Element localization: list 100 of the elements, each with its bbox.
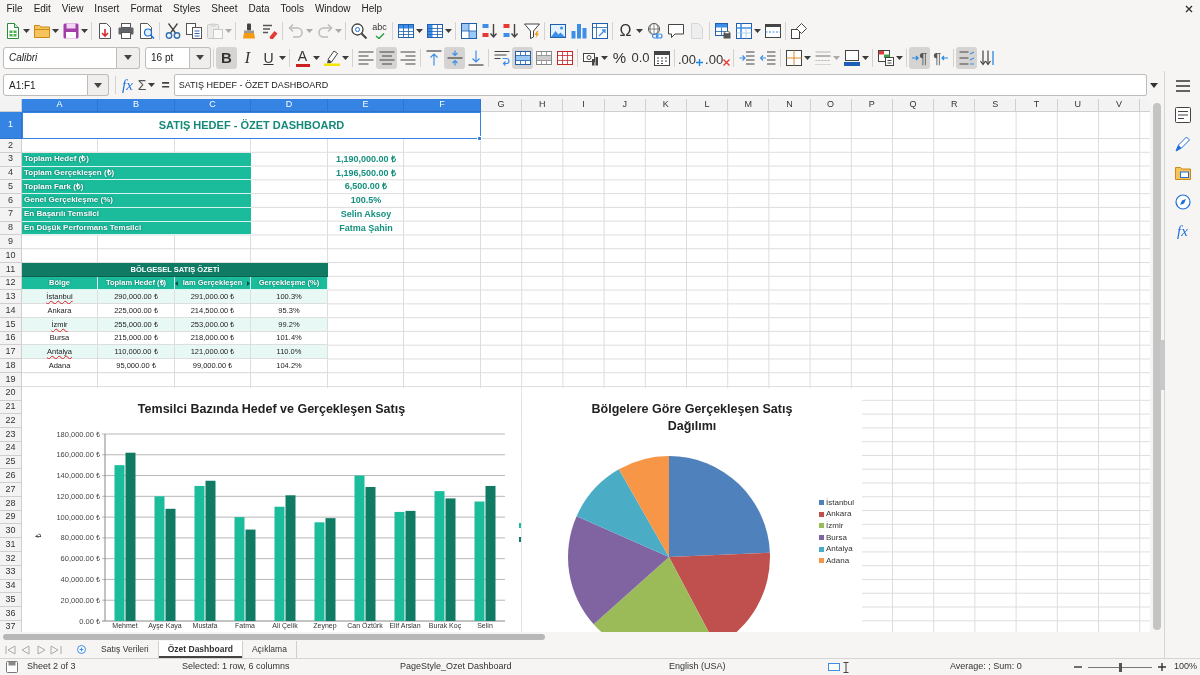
copy-button[interactable] [183, 20, 204, 42]
print-area-button[interactable] [712, 20, 733, 42]
menu-item[interactable]: Styles [167, 2, 206, 16]
row-header[interactable]: 30 [0, 524, 22, 539]
delete-decimal-button[interactable]: .00 [704, 46, 732, 69]
column-header[interactable]: E [328, 99, 404, 112]
column-header[interactable]: I [563, 99, 605, 112]
font-size-field[interactable]: 16 pt [145, 46, 190, 69]
formula-input[interactable]: SATIŞ HEDEF - ÖZET DASHBOARD [173, 74, 1147, 96]
align-center-button[interactable] [376, 46, 397, 69]
function-wizard-button[interactable]: fx [120, 74, 135, 96]
caret-icon[interactable] [804, 55, 812, 60]
row-header[interactable]: 36 [0, 607, 22, 621]
column-header[interactable]: J [604, 99, 646, 112]
row-header[interactable]: 18 [0, 359, 22, 373]
column-header[interactable]: B [98, 99, 175, 112]
row-header[interactable]: 1 [0, 112, 22, 139]
list-panel-icon[interactable] [1174, 107, 1191, 123]
caret-icon[interactable] [445, 29, 452, 33]
column-header[interactable]: L [686, 99, 729, 112]
find-replace-button[interactable] [348, 20, 369, 42]
column-header[interactable]: F [404, 99, 481, 112]
column-header[interactable]: C [175, 99, 251, 112]
font-name-field[interactable]: Calibri [3, 46, 117, 69]
caret-icon[interactable] [416, 29, 423, 33]
sum-button[interactable]: Σ [136, 74, 148, 96]
caret-icon[interactable] [52, 29, 59, 33]
caret-icon[interactable] [601, 55, 608, 60]
caret-icon[interactable] [896, 55, 904, 60]
caret-icon[interactable] [754, 29, 761, 33]
column-header[interactable]: K [645, 99, 687, 112]
sort-button[interactable] [458, 20, 479, 42]
menu-item[interactable]: Format [124, 2, 168, 16]
row-header[interactable]: 31 [0, 538, 22, 552]
column-header[interactable]: U [1057, 99, 1099, 112]
column-header[interactable]: R [934, 99, 976, 112]
sheet-tab[interactable]: Özet Dashboard [158, 641, 243, 658]
caret-icon[interactable] [81, 29, 88, 33]
font-color-button[interactable]: A [292, 46, 313, 69]
row-header[interactable]: 14 [0, 304, 22, 318]
zoom-in-icon[interactable] [1158, 663, 1166, 671]
row-header[interactable]: 17 [0, 345, 22, 360]
name-box[interactable]: A1:F1 [3, 74, 88, 96]
column-header[interactable]: N [769, 99, 811, 112]
caret-icon[interactable] [862, 55, 870, 60]
menu-item[interactable]: Help [356, 2, 388, 16]
menu-item[interactable]: Data [242, 2, 276, 16]
underline-button[interactable]: U [258, 46, 279, 69]
caret-icon[interactable] [313, 55, 320, 60]
dropdown-button[interactable] [117, 46, 140, 69]
caret-icon[interactable] [148, 83, 156, 87]
menu-item[interactable]: Tools [275, 2, 310, 16]
caret-icon[interactable] [636, 29, 643, 33]
column-header[interactable]: V [1098, 99, 1140, 112]
menu-item[interactable]: Edit [28, 2, 57, 16]
dropdown-button[interactable] [190, 46, 211, 69]
caret-icon[interactable] [1150, 82, 1158, 88]
compass-icon[interactable] [1174, 194, 1191, 210]
menu-item[interactable]: File [1, 2, 29, 16]
column-header[interactable]: S [975, 99, 1017, 112]
menu-item[interactable]: Sheet [205, 2, 243, 16]
sidebar-collapse-handle[interactable] [1160, 340, 1165, 390]
close-icon[interactable] [1185, 5, 1193, 13]
caret-icon[interactable] [342, 55, 349, 60]
bold-button[interactable]: B [216, 46, 237, 69]
freeze-panes-button[interactable] [733, 20, 754, 42]
column-header[interactable]: Q [892, 99, 935, 112]
menu-item[interactable]: Window [309, 2, 356, 16]
row-header[interactable]: 22 [0, 414, 22, 429]
column-header[interactable]: H [522, 99, 564, 112]
column-header[interactable]: D [251, 99, 328, 112]
number-format-button[interactable]: 0.0 [630, 46, 651, 69]
column-header[interactable]: M [728, 99, 770, 112]
functions-tab[interactable]: fx [1177, 223, 1188, 239]
autofilter-button[interactable] [521, 20, 542, 42]
caret-icon[interactable] [23, 29, 30, 33]
row-header[interactable]: 23 [0, 428, 22, 442]
pivot-table-button[interactable] [589, 20, 610, 42]
scrollbar-thumb[interactable] [3, 633, 545, 640]
row-header[interactable]: 5 [0, 180, 22, 195]
slider-thumb[interactable] [1118, 662, 1122, 672]
column-header[interactable]: A [22, 99, 98, 112]
center-vertically-button[interactable] [444, 46, 465, 69]
pen-icon[interactable] [1174, 136, 1191, 152]
row-header[interactable]: 35 [0, 593, 22, 608]
menu-item[interactable]: Insert [88, 2, 125, 16]
menu-item[interactable]: View [56, 2, 89, 16]
column-header[interactable]: G [481, 99, 523, 112]
column-header[interactable]: T [1016, 99, 1058, 112]
draw-functions-button[interactable] [788, 20, 809, 42]
column-header[interactable]: O [810, 99, 852, 112]
row-header[interactable]: 27 [0, 483, 22, 497]
row-header[interactable]: 26 [0, 469, 22, 484]
row-header[interactable]: 19 [0, 373, 22, 387]
row-header[interactable]: 2 [0, 139, 22, 153]
formula-button[interactable]: = [159, 74, 172, 96]
scrollbar-thumb[interactable] [1153, 103, 1161, 630]
zoom-out-icon[interactable] [1074, 663, 1082, 671]
italic-button[interactable]: I [237, 46, 258, 69]
menu-icon[interactable] [1174, 78, 1191, 94]
